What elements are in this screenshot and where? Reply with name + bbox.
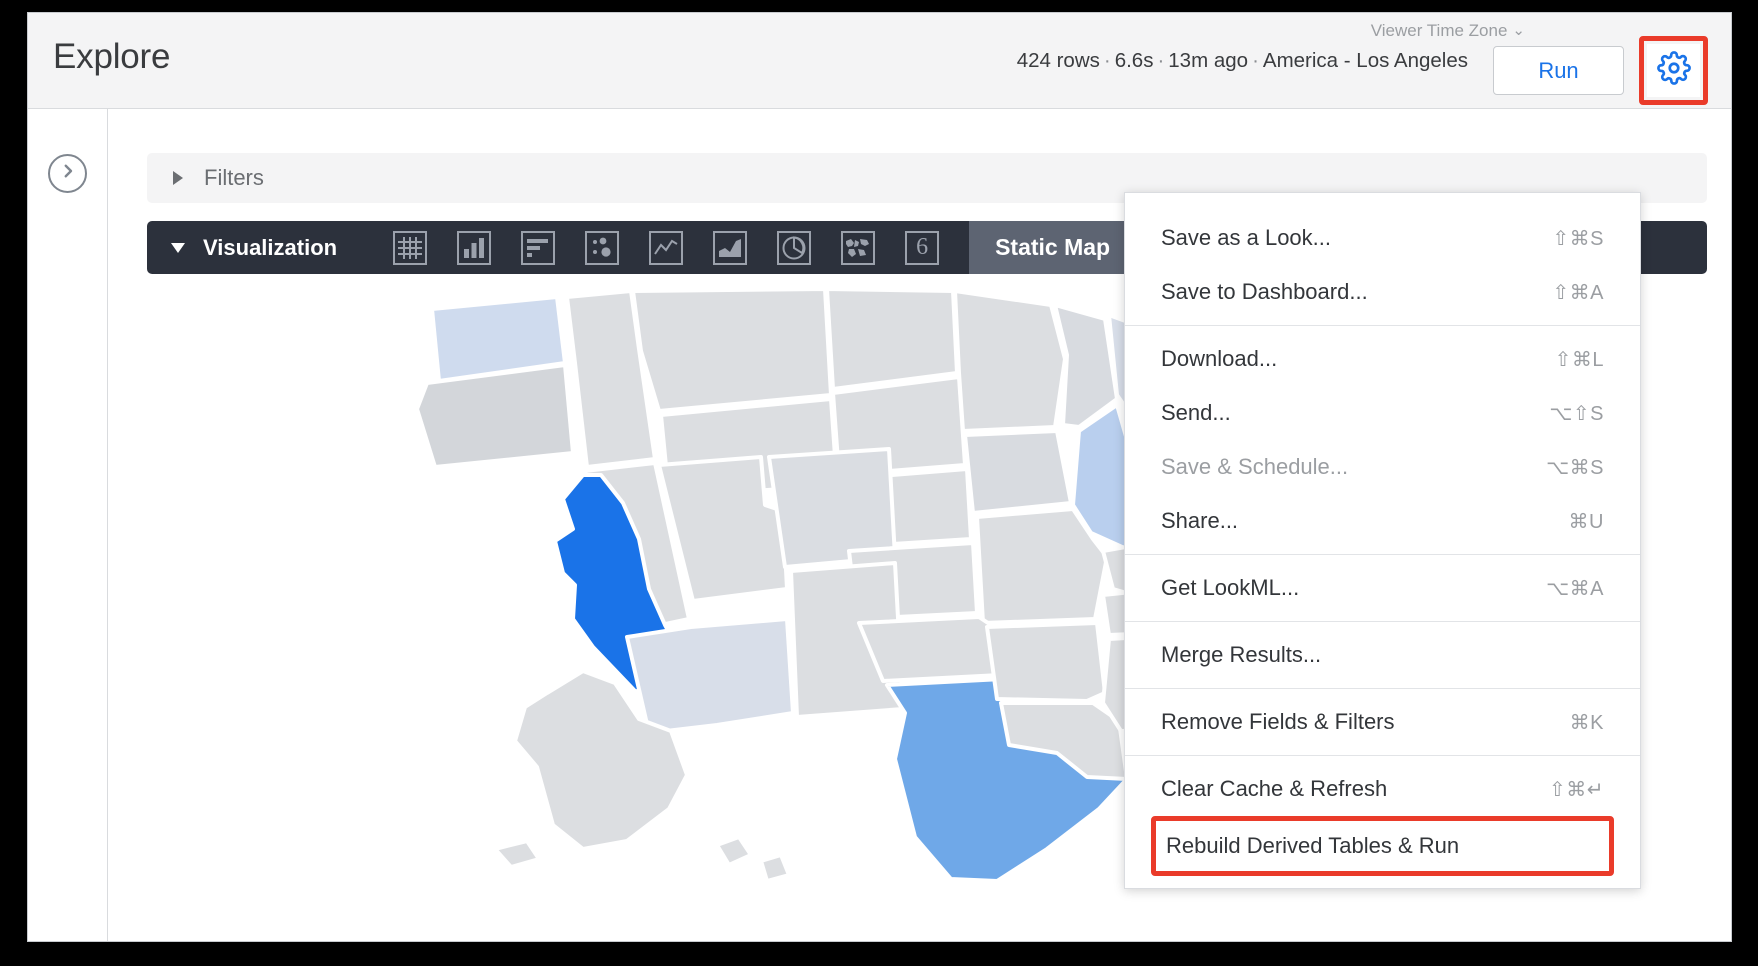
visualization-label: Visualization [203, 235, 337, 261]
menu-item-get-lookml[interactable]: Get LookML... ⌥⌘A [1125, 561, 1640, 615]
status-separator-1: · [1100, 49, 1115, 72]
state-MT [633, 289, 831, 411]
state-ND [827, 289, 957, 389]
visualization-type-icons: 6 [393, 231, 969, 265]
screenshot-frame: Explore 424 rows·6.6s·13m ago·America - … [0, 0, 1758, 966]
menu-item-label: Share... [1161, 508, 1238, 534]
menu-item-send[interactable]: Send... ⌥⇧S [1125, 386, 1640, 440]
map-icon[interactable] [841, 231, 875, 265]
run-button[interactable]: Run [1493, 46, 1624, 95]
menu-group-merge: Merge Results... [1125, 622, 1640, 688]
menu-item-download[interactable]: Download... ⇧⌘L [1125, 332, 1640, 386]
menu-item-shortcut: ⇧⌘↵ [1549, 777, 1604, 802]
menu-item-shortcut: ⌘K [1570, 710, 1604, 735]
app-header: Explore 424 rows·6.6s·13m ago·America - … [28, 13, 1732, 109]
menu-item-shortcut: ⇧⌘A [1552, 280, 1604, 305]
row-count: 424 rows [1017, 49, 1100, 72]
menu-item-remove-fields-and-filters[interactable]: Remove Fields & Filters ⌘K [1125, 695, 1640, 749]
query-duration: 6.6s [1115, 49, 1154, 72]
menu-group-cache: Clear Cache & Refresh ⇧⌘↵ Rebuild Derive… [1125, 756, 1640, 888]
menu-item-save-as-a-look[interactable]: Save as a Look... ⇧⌘S [1125, 211, 1640, 265]
state-AZ [627, 619, 793, 733]
menu-group-distribute: Download... ⇧⌘L Send... ⌥⇧S Save & Sched… [1125, 326, 1640, 554]
menu-group-save: Save as a Look... ⇧⌘S Save to Dashboard.… [1125, 205, 1640, 325]
filters-label: Filters [204, 165, 264, 191]
menu-item-label: Download... [1161, 346, 1277, 372]
column-chart-icon[interactable] [457, 231, 491, 265]
expand-sidebar-button[interactable] [48, 154, 87, 193]
page-title: Explore [53, 37, 170, 77]
timezone-value: America - Los Angeles [1263, 49, 1468, 72]
menu-item-shortcut: ⌥⌘A [1546, 576, 1604, 601]
menu-group-remove: Remove Fields & Filters ⌘K [1125, 689, 1640, 755]
menu-item-label: Save as a Look... [1161, 225, 1331, 251]
state-IA [965, 431, 1071, 513]
state-MN [955, 291, 1065, 431]
settings-gear-button[interactable] [1647, 44, 1700, 97]
table-icon[interactable] [393, 231, 427, 265]
menu-item-shortcut: ⌘U [1569, 509, 1604, 534]
menu-group-lookml: Get LookML... ⌥⌘A [1125, 555, 1640, 621]
menu-item-clear-cache-and-refresh[interactable]: Clear Cache & Refresh ⇧⌘↵ [1125, 762, 1640, 816]
state-HI [717, 837, 751, 865]
menu-item-label: Get LookML... [1161, 575, 1299, 601]
menu-item-share[interactable]: Share... ⌘U [1125, 494, 1640, 548]
menu-item-shortcut: ⇧⌘S [1552, 226, 1604, 251]
state-OR [417, 365, 573, 467]
left-rail [28, 109, 108, 942]
menu-item-save-and-schedule: Save & Schedule... ⌥⌘S [1125, 440, 1640, 494]
query-status-bar: 424 rows·6.6s·13m ago·America - Los Ange… [768, 49, 1468, 73]
status-separator-2: · [1153, 49, 1168, 72]
menu-item-label: Remove Fields & Filters [1161, 709, 1395, 735]
pie-chart-icon[interactable] [777, 231, 811, 265]
status-separator-3: · [1248, 49, 1263, 72]
menu-item-label: Clear Cache & Refresh [1161, 776, 1387, 802]
menu-item-shortcut: ⌥⇧S [1549, 401, 1604, 426]
single-value-icon[interactable]: 6 [905, 231, 939, 265]
menu-item-label: Rebuild Derived Tables & Run [1166, 833, 1459, 859]
menu-item-label: Send... [1161, 400, 1231, 426]
menu-item-shortcut: ⇧⌘L [1555, 347, 1604, 372]
chevron-down-icon: ⌄ [1512, 21, 1525, 39]
timezone-selector[interactable]: Viewer Time Zone⌄ [1371, 21, 1525, 41]
menu-item-merge-results[interactable]: Merge Results... [1125, 628, 1640, 682]
bar-chart-icon[interactable] [521, 231, 555, 265]
triangle-down-icon[interactable] [171, 243, 185, 253]
state-HI-2 [761, 855, 789, 881]
menu-item-label: Merge Results... [1161, 642, 1321, 668]
main-content: Filters Visualization [109, 109, 1732, 942]
gear-icon [1657, 51, 1691, 90]
state-AK-islands [495, 841, 539, 867]
query-age: 13m ago [1168, 49, 1248, 72]
looker-explore-window: Explore 424 rows·6.6s·13m ago·America - … [27, 12, 1732, 942]
menu-item-label: Save to Dashboard... [1161, 279, 1368, 305]
chevron-right-icon [59, 162, 77, 185]
area-chart-icon[interactable] [713, 231, 747, 265]
line-chart-icon[interactable] [649, 231, 683, 265]
timezone-selector-label: Viewer Time Zone [1371, 21, 1508, 40]
scatter-plot-icon[interactable] [585, 231, 619, 265]
menu-item-rebuild-derived-tables-and-run[interactable]: Rebuild Derived Tables & Run [1151, 816, 1614, 876]
triangle-right-icon [173, 171, 183, 185]
run-button-label: Run [1538, 58, 1578, 84]
state-AR [987, 623, 1105, 701]
gear-dropdown-menu: Save as a Look... ⇧⌘S Save to Dashboard.… [1124, 192, 1641, 889]
menu-item-save-to-dashboard[interactable]: Save to Dashboard... ⇧⌘A [1125, 265, 1640, 319]
menu-item-shortcut: ⌥⌘S [1546, 455, 1604, 480]
menu-item-label: Save & Schedule... [1161, 454, 1348, 480]
active-visualization-chip[interactable]: Static Map [969, 221, 1136, 274]
